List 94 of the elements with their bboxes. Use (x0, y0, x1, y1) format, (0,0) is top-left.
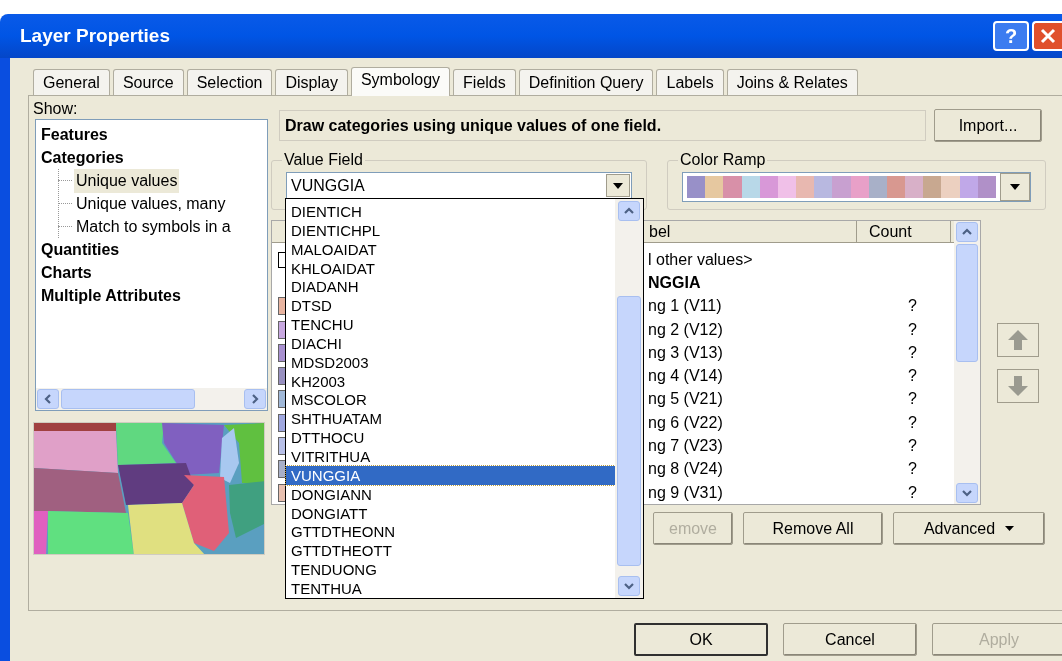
table-cell-text: ? (907, 296, 917, 317)
arrow-up-icon (1007, 328, 1029, 351)
list-option[interactable]: DIADANH (286, 277, 615, 297)
tree-item[interactable]: Quantities (39, 237, 122, 262)
tab[interactable]: Labels (656, 69, 724, 95)
scroll-down-button[interactable] (956, 483, 978, 503)
scroll-thumb[interactable] (956, 244, 978, 362)
scroll-thumb[interactable] (617, 296, 641, 566)
tree-item[interactable]: Unique values (74, 168, 180, 193)
table-cell-text: ? (907, 412, 917, 433)
tree-item[interactable]: Multiple Attributes (39, 283, 183, 308)
horizontal-scrollbar[interactable] (36, 388, 267, 410)
table-cell-text: ng 8 (V24) (648, 459, 724, 480)
list-option[interactable]: DONGIATT (286, 503, 615, 523)
color-ramp-dropdown[interactable] (682, 172, 1031, 202)
action-button[interactable]: Remove All (743, 512, 883, 545)
move-up-button[interactable] (997, 322, 1039, 357)
show-label: Show: (33, 99, 79, 119)
scroll-down-button[interactable] (618, 576, 640, 596)
tab[interactable]: Definition Query (518, 69, 654, 95)
list-option[interactable]: MALOAIDAT (286, 239, 615, 259)
window-title: Layer Properties (20, 23, 171, 48)
list-option[interactable]: GTTDTHEONN (286, 522, 615, 542)
tab[interactable]: Source (112, 69, 184, 95)
tab[interactable]: Selection (186, 69, 273, 95)
list-option[interactable]: KH2003 (286, 371, 615, 391)
list-option[interactable]: DIACHI (286, 333, 615, 353)
table-cell-text: ? (907, 319, 917, 340)
list-option[interactable]: VITRITHUA (286, 446, 615, 466)
caret-icon (1005, 526, 1015, 531)
scroll-thumb[interactable] (61, 389, 195, 409)
dialog-button[interactable]: OK (634, 623, 768, 656)
column-header[interactable]: Count (857, 221, 951, 242)
caret-icon (613, 182, 623, 189)
table-cell-text: ? (907, 342, 917, 363)
help-button[interactable]: ? (993, 21, 1029, 51)
table-cell-text: ? (907, 459, 917, 480)
vertical-scrollbar[interactable] (615, 199, 643, 598)
import-button[interactable]: Import... (934, 109, 1042, 142)
list-option[interactable]: TENCHU (286, 315, 615, 334)
list-option[interactable]: MSCOLOR (286, 390, 615, 410)
scroll-right-button[interactable] (244, 389, 266, 409)
list-option[interactable]: TENDUONG (286, 560, 615, 579)
list-option[interactable]: GTTDTHEOTT (286, 541, 615, 561)
list-option[interactable]: DIENTICHPL (286, 220, 615, 240)
tree-item[interactable]: Features (39, 122, 110, 147)
tree-item[interactable]: Categories (39, 145, 126, 170)
tree-item[interactable]: Charts (39, 260, 94, 285)
list-option[interactable]: TENTHUA (286, 578, 615, 598)
tab[interactable]: Display (275, 69, 348, 95)
move-down-button[interactable] (997, 368, 1039, 403)
list-option[interactable]: DTTHOCU (286, 428, 615, 447)
table-cell-text: ng 5 (V21) (648, 389, 724, 410)
table-cell-text: ? (907, 436, 917, 457)
caret-icon (1010, 184, 1020, 190)
table-cell-text: ng 6 (V22) (648, 412, 724, 433)
list-option[interactable]: DONGIANN (286, 484, 615, 504)
tab[interactable]: Joins & Relates (726, 69, 858, 95)
list-option[interactable]: KHLOAIDAT (286, 258, 615, 278)
close-button[interactable] (1032, 21, 1062, 51)
table-cell-text: ? (907, 366, 917, 387)
description: Draw categories using unique values of one field. (285, 115, 662, 136)
table-cell-text: ng 3 (V13) (648, 342, 724, 363)
table-cell-text: ng 4 (V14) (648, 366, 724, 387)
list-option[interactable]: SHTHUATAM (286, 409, 615, 429)
group-label: Color Ramp (679, 150, 767, 170)
value-field-dropdown[interactable]: VUNGGIA (286, 172, 632, 199)
tab[interactable]: Fields (453, 69, 516, 95)
group-label: Value Field (283, 150, 364, 170)
column-header[interactable]: bel (648, 221, 857, 242)
scroll-left-button[interactable] (37, 389, 59, 409)
tree-item[interactable]: Unique values, many (74, 191, 228, 216)
vertical-scrollbar[interactable] (954, 221, 980, 504)
table-cell-text: ? (907, 482, 917, 503)
list-option[interactable]: VUNGGIA (286, 465, 615, 485)
table-cell-text: ng 9 (V31) (648, 482, 724, 503)
table-cell-text: ng 7 (V23) (648, 436, 724, 457)
tree-item[interactable]: Match to symbols in a (74, 214, 233, 239)
tab[interactable]: General (33, 69, 110, 95)
list-option[interactable]: DTSD (286, 296, 615, 316)
list-option[interactable]: MDSD2003 (286, 352, 615, 372)
tab[interactable]: Symbology (350, 67, 451, 96)
table-cell-text: l other values> (648, 249, 754, 270)
menu-button[interactable]: Advanced (893, 512, 1045, 545)
list-option[interactable]: DIENTICH (286, 202, 615, 221)
dialog-button[interactable]: Cancel (783, 623, 917, 656)
table-cell-text: ? (907, 389, 917, 410)
scroll-up-button[interactable] (618, 201, 640, 221)
close-icon (1040, 28, 1056, 44)
table-cell-text: ng 2 (V12) (648, 319, 724, 340)
table-cell-text: ng 1 (V11) (648, 296, 723, 317)
arrow-down-icon (1007, 374, 1029, 397)
table-cell-text: NGGIA (648, 272, 702, 293)
scroll-up-button[interactable] (956, 222, 978, 242)
